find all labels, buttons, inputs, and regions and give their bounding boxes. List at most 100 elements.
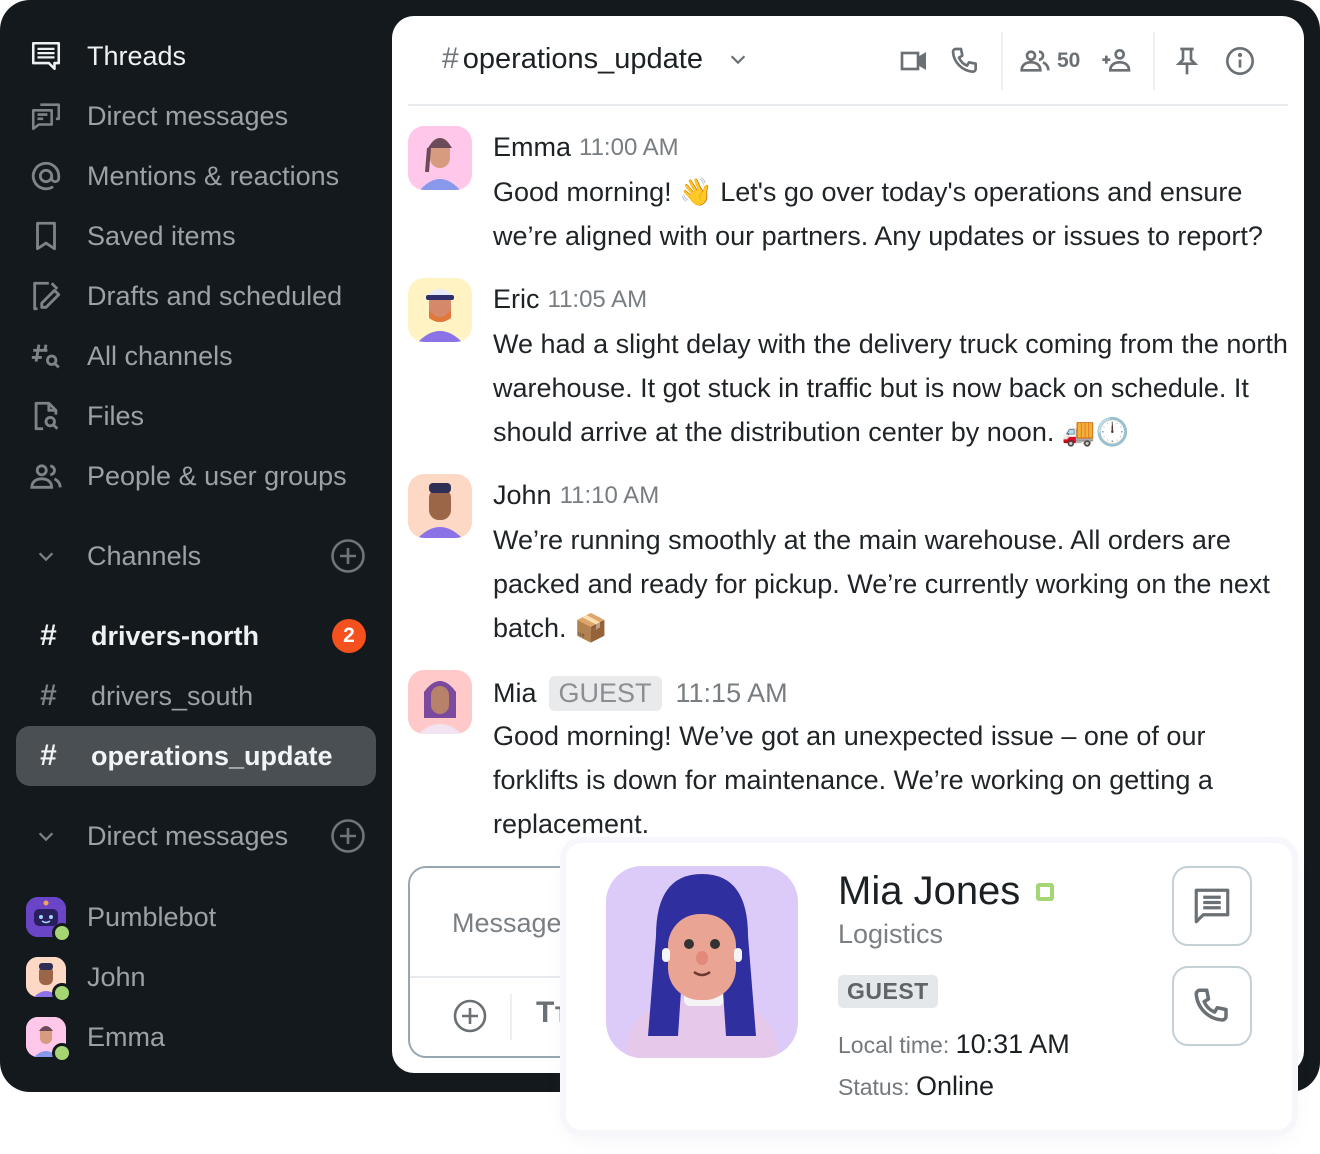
message-author[interactable]: Mia — [493, 678, 537, 709]
channel-name: operations_update — [462, 42, 703, 75]
sidebar-item-label: Drafts and scheduled — [87, 280, 343, 311]
channel-title[interactable]: # operations_update — [442, 42, 749, 76]
status-label: Status: — [838, 1074, 910, 1100]
sidebar-channel-drivers-north[interactable]: # drivers-north 2 — [16, 606, 376, 666]
avatar-eric[interactable] — [408, 278, 472, 342]
members-icon[interactable] — [1018, 44, 1052, 78]
message-time: 11:15 AM — [675, 678, 788, 708]
header-divider — [1001, 32, 1003, 90]
sidebar-item-label: All channels — [87, 340, 233, 371]
message-input[interactable]: Message — [452, 908, 562, 939]
hash-icon: # — [442, 42, 459, 75]
channel-name: operations_update — [91, 740, 333, 771]
sidebar-item-all-channels[interactable]: All channels — [28, 336, 233, 376]
hash-icon: # — [39, 739, 57, 772]
channel-name: drivers-north — [91, 620, 260, 651]
sidebar: Threads Direct messages Mentions & react… — [0, 0, 392, 1092]
hash-icon: # — [39, 679, 57, 712]
add-attachment-icon[interactable] — [452, 998, 488, 1034]
profile-photo — [606, 866, 798, 1058]
channel-header: # operations_update 50 — [408, 16, 1288, 106]
phone-icon — [1194, 988, 1228, 1022]
sidebar-item-saved-items[interactable]: Saved items — [28, 216, 236, 256]
pin-icon[interactable] — [1170, 44, 1204, 78]
sidebar-item-label: People & user groups — [87, 460, 347, 491]
channels-section-header[interactable]: Channels — [28, 534, 368, 578]
send-message-button[interactable] — [1172, 866, 1252, 946]
chevron-down-icon[interactable] — [28, 825, 64, 847]
unread-badge: 2 — [332, 619, 366, 653]
direct-messages-icon — [28, 98, 64, 134]
sidebar-item-label: Mentions & reactions — [87, 160, 340, 191]
local-time-label: Local time: — [838, 1032, 950, 1058]
dm-name: Pumblebot — [87, 901, 217, 932]
sidebar-channel-drivers-south[interactable]: # drivers_south — [16, 666, 376, 726]
text-format-icon[interactable]: Tт — [536, 996, 569, 1030]
avatar — [26, 957, 72, 1003]
online-status-icon — [52, 923, 72, 943]
profile-department: Logistics — [838, 919, 944, 949]
dm-item-john[interactable]: John — [26, 956, 146, 1003]
avatar — [26, 897, 72, 943]
sidebar-item-direct-messages[interactable]: Direct messages — [28, 96, 288, 136]
header-divider — [1153, 32, 1155, 90]
guest-badge: GUEST — [838, 975, 938, 1008]
sidebar-item-files[interactable]: Files — [28, 396, 144, 436]
message-text: Good morning! 👋 Let's go over today's op… — [493, 177, 1263, 251]
channel-name: drivers_south — [91, 680, 254, 711]
avatar-mia[interactable] — [408, 670, 472, 734]
people-icon — [28, 458, 64, 494]
message-author[interactable]: Eric — [493, 284, 540, 315]
draft-edit-icon — [28, 278, 64, 314]
video-call-icon[interactable] — [897, 44, 931, 78]
local-time-value: 10:31 AM — [955, 1029, 1070, 1059]
sidebar-item-people[interactable]: People & user groups — [28, 456, 347, 496]
status-value: Online — [916, 1071, 995, 1101]
avatar — [26, 1017, 72, 1063]
bookmark-icon — [28, 218, 64, 254]
sidebar-item-label: Direct messages — [87, 100, 289, 131]
avatar-emma[interactable] — [408, 126, 472, 190]
online-status-icon — [52, 983, 72, 1003]
sidebar-item-drafts[interactable]: Drafts and scheduled — [28, 276, 342, 316]
profile-local-time: Local time: 10:31 AM — [838, 1029, 1070, 1060]
at-sign-icon — [28, 158, 64, 194]
dm-item-emma[interactable]: Emma — [26, 1016, 165, 1063]
online-status-icon — [52, 1043, 72, 1063]
message-author[interactable]: Emma — [493, 132, 571, 163]
dm-name: John — [87, 961, 146, 992]
add-dm-icon[interactable] — [330, 818, 366, 854]
channel-search-icon — [28, 338, 64, 374]
message-time: 11:05 AM — [547, 285, 648, 313]
channels-section-label: Channels — [87, 540, 202, 571]
phone-icon[interactable] — [948, 44, 982, 78]
toolbar-divider — [510, 994, 512, 1040]
chevron-down-icon[interactable] — [727, 48, 749, 70]
dm-section-header[interactable]: Direct messages — [28, 814, 368, 858]
sidebar-item-mentions[interactable]: Mentions & reactions — [28, 156, 339, 196]
sidebar-item-label: Threads — [87, 40, 187, 71]
add-channel-icon[interactable] — [330, 538, 366, 574]
dm-section-label: Direct messages — [87, 820, 289, 851]
call-button[interactable] — [1172, 966, 1252, 1046]
sidebar-item-label: Files — [87, 400, 145, 431]
sidebar-item-threads[interactable]: Threads — [28, 36, 186, 76]
sidebar-item-label: Saved items — [87, 220, 236, 251]
chevron-down-icon[interactable] — [28, 545, 64, 567]
file-search-icon — [28, 398, 64, 434]
member-count[interactable]: 50 — [1057, 49, 1080, 73]
info-icon[interactable] — [1223, 44, 1257, 78]
hash-icon: # — [39, 619, 57, 652]
sidebar-channel-operations-update[interactable]: # operations_update — [16, 726, 376, 786]
dm-item-pumblebot[interactable]: Pumblebot — [26, 896, 217, 943]
online-status-icon — [1036, 882, 1055, 901]
threads-icon — [28, 38, 64, 74]
message-author[interactable]: John — [493, 480, 552, 511]
message-time: 11:10 AM — [559, 481, 660, 509]
message-icon — [1194, 888, 1230, 924]
profile-status: Status: Online — [838, 1071, 994, 1102]
user-profile-card: Mia Jones Logistics GUEST Local time: 10… — [566, 843, 1292, 1130]
profile-name: Mia Jones — [838, 869, 1021, 913]
avatar-john[interactable] — [408, 474, 472, 538]
add-member-icon[interactable] — [1100, 44, 1134, 78]
